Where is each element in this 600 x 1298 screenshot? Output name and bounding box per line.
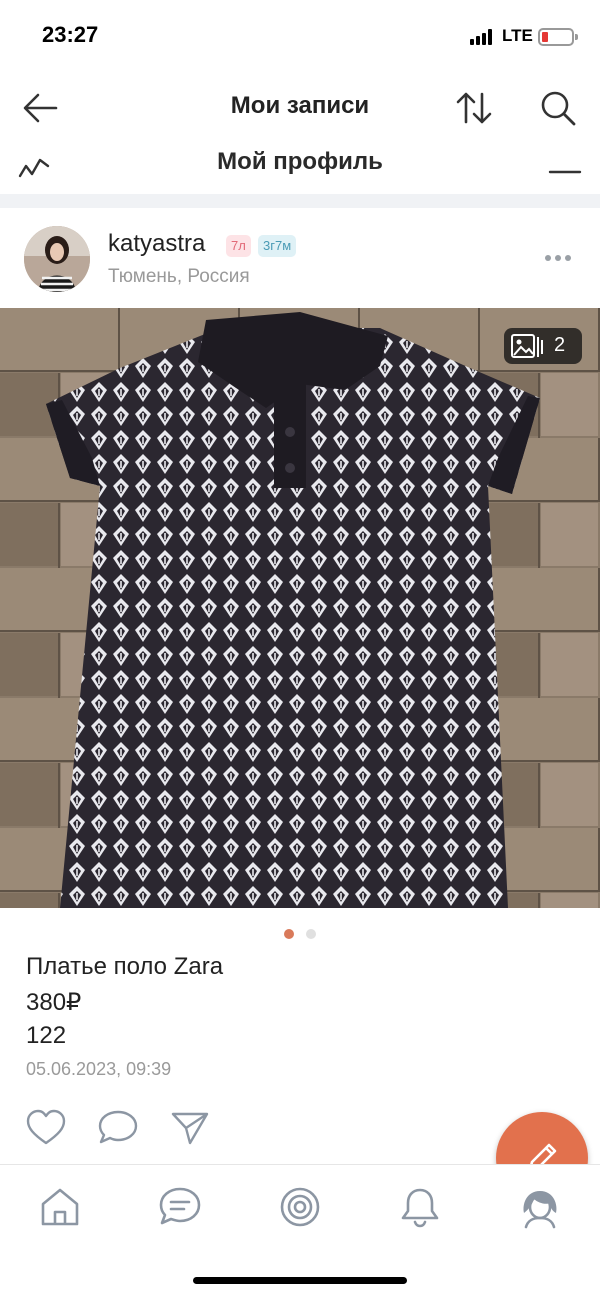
- photo-counter: 2: [504, 328, 582, 364]
- messages-icon[interactable]: [156, 1183, 204, 1231]
- dress-photo: [0, 308, 600, 908]
- item-date: 05.06.2023, 09:39: [26, 1059, 172, 1079]
- image-stack-icon: [510, 332, 544, 360]
- home-icon[interactable]: [36, 1183, 84, 1231]
- page-title: Мои записи: [230, 92, 370, 119]
- heart-icon[interactable]: [24, 1106, 68, 1150]
- search-icon[interactable]: [538, 88, 578, 128]
- post-photo[interactable]: 2: [0, 308, 600, 908]
- more-dots-icon[interactable]: [540, 248, 576, 268]
- send-icon[interactable]: [168, 1106, 212, 1150]
- hidden-profile-header: Мой профиль: [0, 136, 600, 192]
- item-title: Платье поло Zara: [26, 953, 224, 980]
- carousel-dots: [284, 929, 324, 939]
- separator: [0, 194, 600, 208]
- wave-icon: [16, 146, 52, 182]
- comment-bubble-icon[interactable]: [96, 1106, 140, 1150]
- location: Тюмень, Россия: [108, 266, 250, 287]
- bell-icon[interactable]: [396, 1183, 444, 1231]
- carousel-dot[interactable]: [284, 929, 294, 939]
- item-size: 122: [26, 1022, 67, 1049]
- target-icon[interactable]: [276, 1183, 324, 1231]
- hidden-profile-title: Мой профиль: [217, 148, 383, 175]
- age-badge: 7л: [226, 235, 251, 257]
- signal-icon: [470, 29, 496, 45]
- item-price: 380₽: [26, 989, 82, 1016]
- status-bar: 23:27 LTE: [0, 0, 600, 72]
- carousel-dot[interactable]: [306, 929, 316, 939]
- sort-arrows-icon[interactable]: [454, 88, 494, 128]
- post-header: katyastra 7л 3г7м Тюмень, Россия: [0, 208, 600, 308]
- time-badge: 3г7м: [258, 235, 297, 257]
- home-indicator: [193, 1277, 407, 1284]
- status-time: 23:27: [42, 22, 99, 47]
- username[interactable]: katyastra: [108, 230, 205, 258]
- menu-icon: [548, 156, 582, 176]
- avatar[interactable]: [24, 226, 90, 292]
- tab-bar: [0, 1164, 600, 1298]
- network-label: LTE: [502, 26, 533, 45]
- nav-bar: Мои записи: [0, 72, 600, 144]
- battery-icon: [538, 28, 578, 46]
- photo-count: 2: [554, 334, 566, 356]
- profile-icon[interactable]: [516, 1183, 564, 1231]
